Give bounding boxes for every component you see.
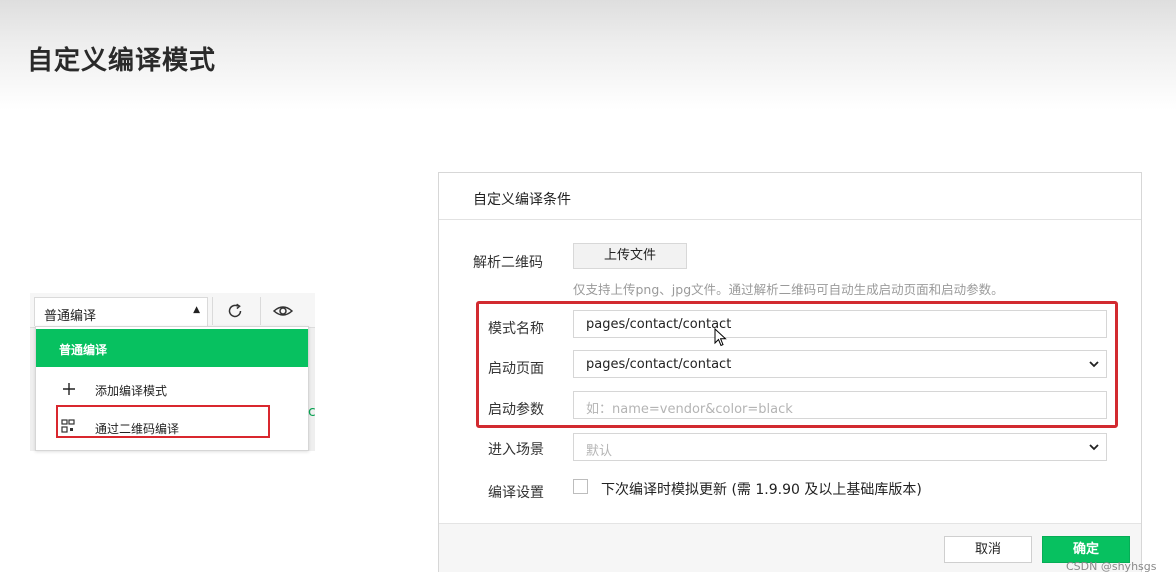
background-text-fragment: c	[308, 404, 316, 420]
dialog-footer: 取消 确定	[439, 523, 1141, 572]
compile-mode-select[interactable]: 普通编译 ▲	[34, 297, 208, 326]
scene-select[interactable]: 默认	[573, 433, 1107, 461]
compile-mode-selected: 普通编译	[44, 309, 97, 324]
custom-compile-dialog: 自定义编译条件 解析二维码 上传文件 仅支持上传png、jpg文件。通过解析二维…	[438, 172, 1142, 572]
refresh-button[interactable]	[212, 297, 257, 325]
menu-item-label: 添加编译模式	[95, 384, 168, 398]
cancel-button[interactable]: 取消	[944, 536, 1032, 563]
simulator-toolbar: 普通编译 ▲	[30, 293, 315, 328]
eye-icon	[272, 306, 294, 316]
menu-item-add-compile-mode[interactable]: 添加编译模式	[36, 370, 308, 408]
fields-highlight-frame	[476, 301, 1118, 428]
refresh-icon	[228, 303, 242, 318]
compile-mode-menu: 普通编译 添加编译模式 通过二维码编译	[35, 326, 309, 451]
upload-file-button[interactable]: 上传文件	[573, 243, 687, 269]
dialog-title: 自定义编译条件	[473, 192, 571, 208]
menu-item-label: 普通编译	[59, 343, 108, 357]
mouse-cursor-icon	[714, 328, 727, 347]
simulate-update-label: 下次编译时模拟更新 (需 1.9.90 及以上基础库版本)	[601, 482, 922, 498]
upload-hint: 仅支持上传png、jpg文件。通过解析二维码可自动生成启动页面和启动参数。	[573, 282, 1004, 297]
chevron-down-icon	[1089, 444, 1099, 451]
add-mode-highlight-box	[56, 405, 270, 438]
menu-item-normal-compile[interactable]: 普通编译	[36, 329, 308, 367]
simulate-update-checkbox[interactable]	[573, 479, 588, 494]
scene-label: 进入场景	[488, 442, 544, 458]
slide-title: 自定义编译模式	[27, 46, 217, 76]
compile-dropdown-snippet: 普通编译 ▲ 普通编译 添加编译模式 通过二维码编译 c	[30, 293, 316, 451]
compile-settings-label: 编译设置	[488, 485, 544, 501]
plus-icon	[61, 381, 77, 400]
caret-up-icon: ▲	[193, 305, 200, 315]
confirm-button[interactable]: 确定	[1042, 536, 1130, 563]
scene-value: 默认	[586, 444, 613, 459]
dialog-header: 自定义编译条件	[439, 173, 1141, 220]
preview-button[interactable]	[260, 297, 305, 325]
parse-qr-label: 解析二维码	[473, 255, 543, 271]
watermark: CSDN @shyhsgs	[1066, 560, 1157, 573]
